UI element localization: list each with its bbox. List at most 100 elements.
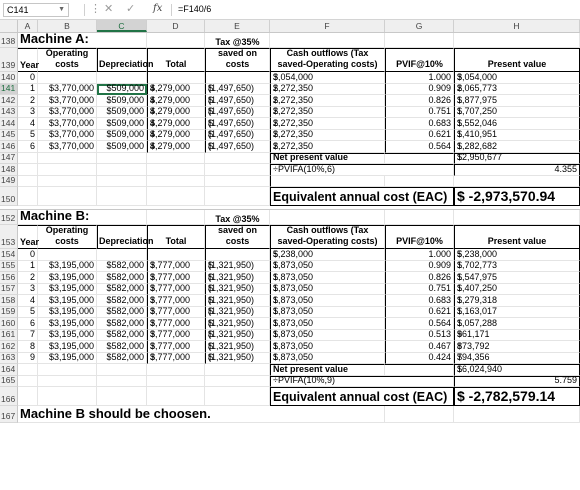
total-cell[interactable]: $4,279,000 [147,141,205,153]
cell[interactable] [270,210,385,225]
operating-cost-cell[interactable]: $3,770,000 [38,141,97,153]
cell[interactable] [385,152,454,164]
row-header[interactable]: 155 [0,260,18,272]
total-cell[interactable]: $3,777,000 [147,352,205,364]
pvif-cell[interactable]: 0.683 [385,295,454,307]
present-value-cell[interactable]: $1,877,975 [454,95,580,107]
cell[interactable] [38,164,97,176]
cell[interactable] [97,175,147,187]
depreciation-cell[interactable]: $509,000 [97,141,147,153]
year-cell[interactable]: 3 [18,283,38,295]
column-header-g[interactable]: G [385,20,454,32]
operating-cost-cell[interactable] [38,72,97,84]
total-cell[interactable]: $3,777,000 [147,306,205,318]
cell[interactable] [385,175,454,187]
row-header[interactable]: 164 [0,364,18,376]
header-depreciation[interactable]: Depreciation [97,225,154,249]
present-value-cell[interactable]: $1,707,250 [454,106,580,118]
present-value-cell[interactable]: $1,547,975 [454,272,580,284]
year-cell[interactable]: 1 [18,260,38,272]
pvifa-label[interactable]: ÷PVIFA(10%,6) [270,164,454,176]
cash-outflow-cell[interactable]: $2,272,350 [270,118,385,130]
pvif-cell[interactable]: 0.751 [385,106,454,118]
row-header[interactable]: 149 [0,175,18,187]
tax-saved-cell[interactable]: $ (1,321,950) [205,318,270,330]
row-header[interactable]: 162 [0,341,18,353]
row-header[interactable]: 145 [0,129,18,141]
cell[interactable] [205,387,270,406]
cell[interactable] [205,375,270,387]
cash-outflow-cell[interactable]: $1,873,050 [270,318,385,330]
header-operating-costs[interactable]: Operating costs [38,48,97,72]
eac-value[interactable]: $ -2,973,570.94 [454,187,580,206]
cell[interactable] [205,187,270,206]
operating-cost-cell[interactable]: $3,195,000 [38,260,97,272]
row-header[interactable]: 158 [0,295,18,307]
header-tax-saved[interactable]: Tax @35% saved on costs [205,214,270,249]
cell[interactable] [18,364,38,376]
total-cell[interactable]: $3,777,000 [147,318,205,330]
cell[interactable] [38,375,97,387]
pvif-cell[interactable]: 0.826 [385,95,454,107]
operating-cost-cell[interactable]: $3,770,000 [38,95,97,107]
cell[interactable] [18,164,38,176]
section-title[interactable]: Machine A: [18,31,147,48]
operating-cost-cell[interactable]: $3,195,000 [38,283,97,295]
operating-cost-cell[interactable]: $3,770,000 [38,129,97,141]
row-header[interactable]: 143 [0,106,18,118]
pvif-cell[interactable]: 0.621 [385,129,454,141]
pvifa-value[interactable]: 4.355 [454,164,580,176]
row-header[interactable]: 157 [0,283,18,295]
cash-outflow-cell[interactable]: $1,873,050 [270,341,385,353]
row-header[interactable]: 167 [0,406,18,423]
operating-cost-cell[interactable]: $3,195,000 [38,341,97,353]
cell[interactable] [454,33,580,48]
operating-cost-cell[interactable]: $3,770,000 [38,106,97,118]
header-tax-saved[interactable]: Tax @35% saved on costs [205,37,270,72]
depreciation-cell[interactable] [97,72,147,84]
conclusion-text[interactable]: Machine B should be choosen. [18,406,385,423]
header-total[interactable]: Total [147,48,205,72]
depreciation-cell[interactable]: $582,000 [97,260,147,272]
year-cell[interactable]: 5 [18,306,38,318]
cell[interactable] [18,375,38,387]
row-header[interactable]: 165 [0,375,18,387]
depreciation-cell[interactable]: $582,000 [97,272,147,284]
year-cell[interactable]: 7 [18,329,38,341]
npv-label[interactable]: Net present value [270,364,385,376]
cash-outflow-cell[interactable]: $1,873,050 [270,352,385,364]
name-box[interactable]: C141 ▼ [3,3,69,17]
present-value-cell[interactable]: $2,065,773 [454,83,580,95]
cell[interactable] [18,152,38,164]
cash-outflow-cell[interactable]: $2,272,350 [270,106,385,118]
cell[interactable] [147,33,205,48]
operating-cost-cell[interactable] [38,249,97,261]
depreciation-cell[interactable]: $509,000 [97,83,147,95]
operating-cost-cell[interactable]: $3,195,000 [38,295,97,307]
header-total[interactable]: Total [147,225,205,249]
pvifa-label[interactable]: ÷PVIFA(10%,9) [270,375,454,387]
depreciation-cell[interactable]: $582,000 [97,283,147,295]
header-present-value[interactable]: Present value [454,48,580,72]
cell[interactable] [147,152,205,164]
year-cell[interactable]: 2 [18,95,38,107]
year-cell[interactable]: 5 [18,129,38,141]
cell[interactable] [147,364,205,376]
total-cell[interactable]: $4,279,000 [147,106,205,118]
pvif-cell[interactable]: 1.000 [385,72,454,84]
total-cell[interactable]: $3,777,000 [147,329,205,341]
column-header-d[interactable]: D [147,20,205,32]
cell[interactable] [147,175,205,187]
tax-saved-cell[interactable]: $ (1,497,650) [205,118,270,130]
tax-saved-cell[interactable]: $ (1,497,650) [205,83,270,95]
cell[interactable] [97,364,147,376]
operating-cost-cell[interactable]: $3,195,000 [38,272,97,284]
cash-outflow-cell[interactable]: $1,873,050 [270,295,385,307]
cell[interactable] [97,152,147,164]
header-cash-outflows[interactable]: Cash outflows (Tax saved-Operating costs… [270,48,385,72]
total-cell[interactable]: $4,279,000 [147,118,205,130]
cell[interactable] [385,210,454,225]
cell[interactable] [385,33,454,48]
pvif-cell[interactable]: 1.000 [385,249,454,261]
present-value-cell[interactable]: $873,792 [454,341,580,353]
